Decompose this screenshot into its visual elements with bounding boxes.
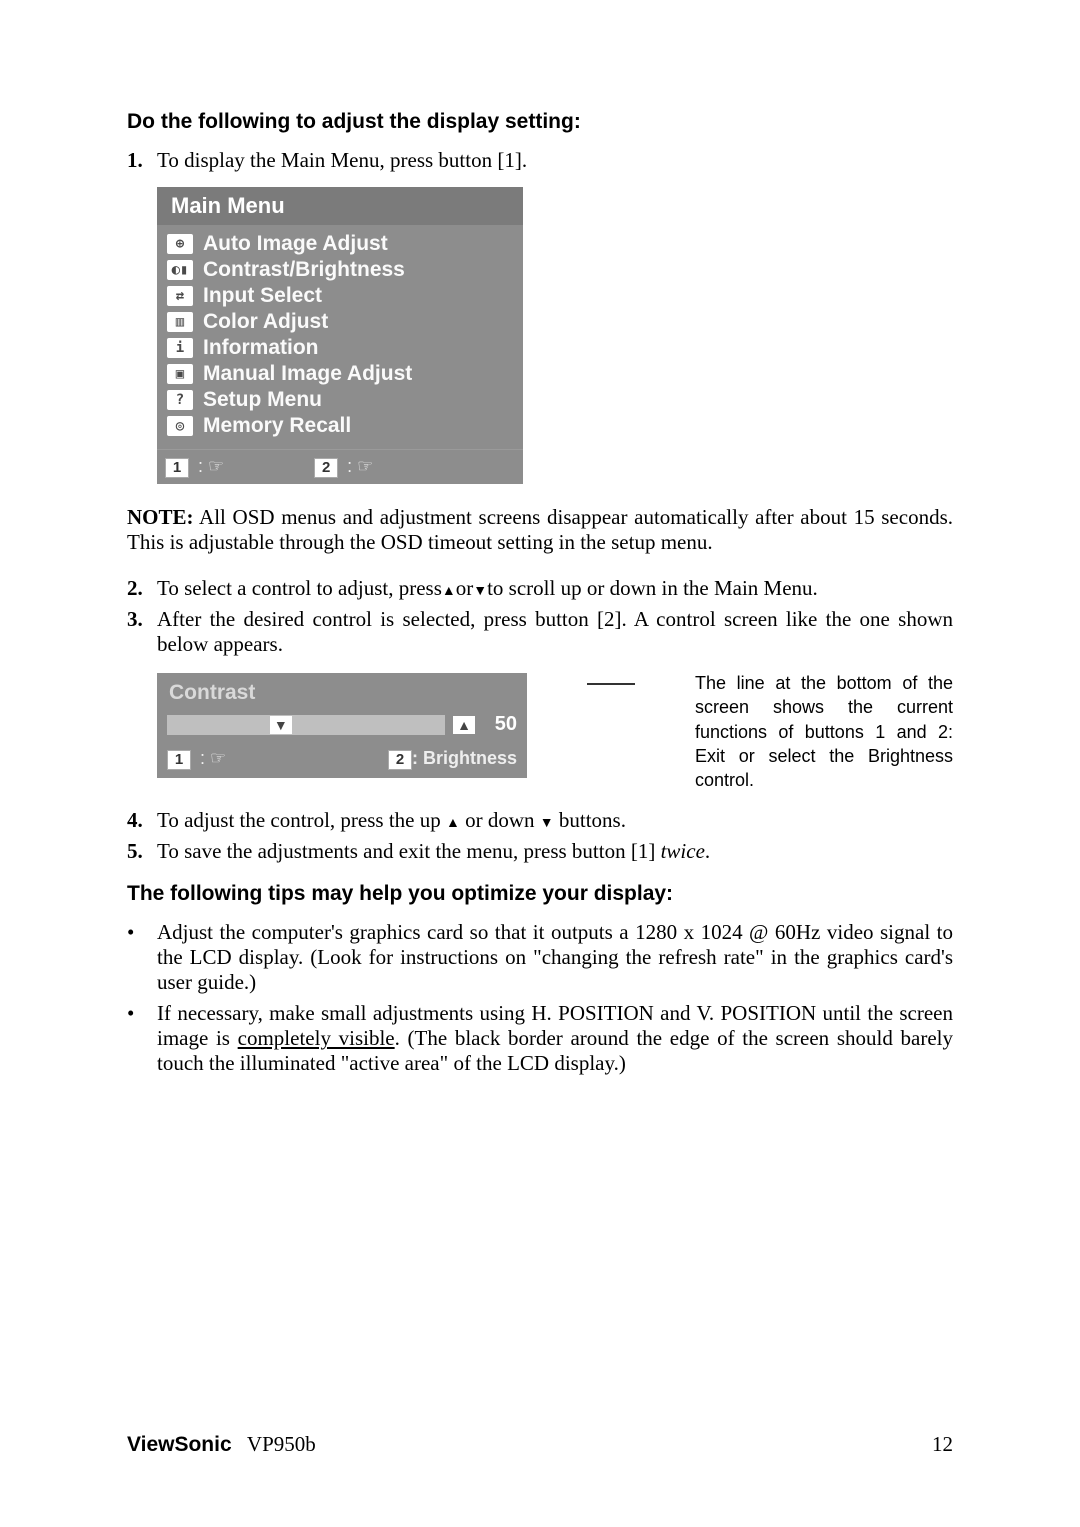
osd-item: i Information (167, 335, 513, 361)
note-text: All OSD menus and adjustment screens dis… (127, 505, 953, 554)
step-text-4: To adjust the control, press the up or d… (157, 808, 626, 833)
note-label: NOTE: (127, 505, 194, 529)
heading-tips: The following tips may help you optimize… (127, 882, 953, 906)
osd-item: ◎ Memory Recall (167, 413, 513, 439)
enter-icon: : ☞ (342, 456, 373, 476)
t4c: buttons. (554, 808, 626, 832)
contrast-key2: 2: Brightness (388, 746, 517, 770)
tip-2: If necessary, make small adjustments usi… (157, 1001, 953, 1076)
osd-key2: 2 : ☞ (314, 454, 373, 478)
step-text-2: To select a control to adjust, press orto… (157, 576, 818, 601)
heading-adjust: Do the following to adjust the display s… (127, 110, 953, 134)
osd-footer: 1 : ☞ 2 : ☞ (157, 449, 523, 484)
contrast-figure: Contrast ▼ ▲ 50 1 : ☞ 2: Brightness The … (157, 673, 953, 792)
step-text-1: To display the Main Menu, press button [… (157, 148, 527, 173)
up-arrow-icon (446, 808, 460, 832)
contrast-bar: ▼ ▲ 50 (157, 709, 527, 742)
page-footer: ViewSonic VP950b 12 (127, 1432, 953, 1457)
osd-main-menu: Main Menu ⊕ Auto Image Adjust ◐▮ Contrast/… (157, 187, 523, 484)
contrast-key1: 1 : ☞ (167, 746, 226, 770)
osd-label: Memory Recall (203, 414, 351, 438)
osd-item: ◐▮ Contrast/Brightness (167, 257, 513, 283)
brand: ViewSonic (127, 1433, 232, 1456)
contrast-title: Contrast (157, 673, 527, 709)
memory-recall-icon: ◎ (167, 416, 193, 436)
osd-label: Input Select (203, 284, 322, 308)
t2b: or (456, 576, 474, 600)
step-text-5: To save the adjustments and exit the men… (157, 839, 710, 864)
t2a: To select a control to adjust, press (157, 576, 442, 600)
t4a: To adjust the control, press the up (157, 808, 446, 832)
steps-list-1: 1. To display the Main Menu, press butto… (127, 148, 953, 173)
down-arrow-icon (540, 808, 554, 832)
osd-label: Information (203, 336, 319, 360)
contrast-icon: ◐▮ (167, 260, 193, 280)
exit-icon: : ☞ (193, 456, 224, 476)
setup-menu-icon: ? (167, 390, 193, 410)
information-icon: i (167, 338, 193, 358)
osd-item: ? Setup Menu (167, 387, 513, 413)
input-select-icon: ⇄ (167, 286, 193, 306)
key-1-box: 1 (165, 458, 189, 478)
page-number: 12 (932, 1432, 953, 1457)
note: NOTE: All OSD menus and adjustment scree… (127, 505, 953, 555)
step-num-5: 5. (127, 839, 149, 864)
key-2-box: 2 (388, 750, 412, 770)
up-arrow-icon (442, 576, 456, 600)
osd-label: Contrast/Brightness (203, 258, 405, 282)
osd-contrast: Contrast ▼ ▲ 50 1 : ☞ 2: Brightness (157, 673, 527, 778)
slider-caret-up-icon: ▲ (453, 716, 475, 734)
osd-label: Color Adjust (203, 310, 328, 334)
bullet: • (127, 920, 149, 995)
osd-key1: 1 : ☞ (165, 454, 224, 478)
t2u: completely visible (238, 1026, 395, 1050)
osd-item: ⊕ Auto Image Adjust (167, 231, 513, 257)
osd-item: ▣ Manual Image Adjust (167, 361, 513, 387)
step-num-1: 1. (127, 148, 149, 173)
manual-image-icon: ▣ (167, 364, 193, 384)
manual-page: Do the following to adjust the display s… (0, 0, 1080, 1527)
brightness-label: : Brightness (412, 748, 517, 768)
color-adjust-icon: ▥ (167, 312, 193, 332)
auto-image-icon: ⊕ (167, 234, 193, 254)
t5a: To save the adjustments and exit the men… (157, 839, 661, 863)
step-text-3: After the desired control is selected, p… (157, 607, 953, 657)
exit-icon: : ☞ (195, 748, 226, 768)
t4b: or down (460, 808, 540, 832)
callout-text: The line at the bottom of the screen sho… (695, 671, 953, 792)
osd-item: ▥ Color Adjust (167, 309, 513, 335)
osd-item: ⇄ Input Select (167, 283, 513, 309)
step-num-4: 4. (127, 808, 149, 833)
osd-label: Setup Menu (203, 388, 322, 412)
contrast-slider: ▼ (167, 715, 445, 735)
down-arrow-icon (473, 576, 487, 600)
callout-line (587, 683, 635, 685)
model: VP950b (247, 1432, 316, 1456)
t2c: to scroll up or down in the Main Menu. (487, 576, 818, 600)
contrast-footer: 1 : ☞ 2: Brightness (157, 742, 527, 778)
osd-body: ⊕ Auto Image Adjust ◐▮ Contrast/Brightness… (157, 225, 523, 449)
t5c: . (705, 839, 710, 863)
steps-list-3: 4. To adjust the control, press the up o… (127, 808, 953, 864)
tip-1: Adjust the computer's graphics card so t… (157, 920, 953, 995)
osd-title: Main Menu (157, 187, 523, 225)
tips-list: • Adjust the computer's graphics card so… (127, 920, 953, 1076)
bullet: • (127, 1001, 149, 1076)
key-2-box: 2 (314, 458, 338, 478)
osd-label: Auto Image Adjust (203, 232, 388, 256)
step-num-2: 2. (127, 576, 149, 601)
osd-label: Manual Image Adjust (203, 362, 412, 386)
t5b: twice (661, 839, 705, 863)
slider-caret-down-icon: ▼ (270, 716, 292, 734)
steps-list-2: 2. To select a control to adjust, press o… (127, 576, 953, 657)
key-1-box: 1 (167, 750, 191, 770)
contrast-value: 50 (483, 713, 517, 736)
step-num-3: 3. (127, 607, 149, 657)
